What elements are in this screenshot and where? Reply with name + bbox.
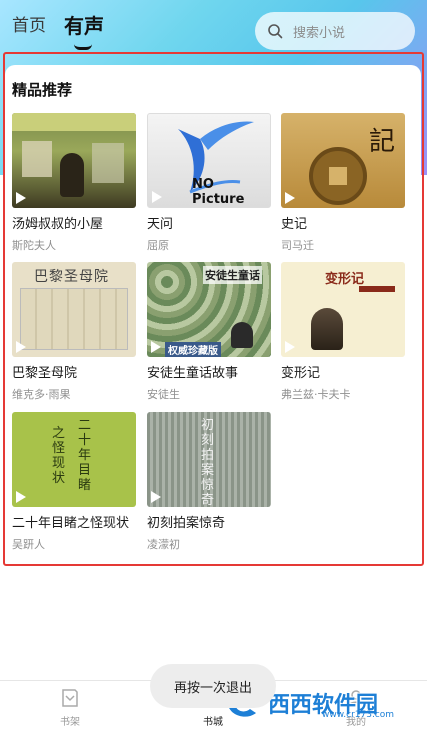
book-title: 初刻拍案惊奇 [147,516,226,531]
cover-title: 安徒生童话 [203,266,262,284]
book-title: 天问 [147,217,174,232]
book-author: 屈原 [147,239,169,252]
toast-text: 再按一次退出 [173,680,252,696]
book-title: 汤姆叔叔的小屋 [12,217,104,232]
book-author: 吴趼人 [12,538,45,551]
search-placeholder: 搜索小说 [293,25,346,41]
play-icon [16,192,26,204]
book-title: 变形记 [281,366,321,381]
cover-title: 变形记 [325,272,365,287]
play-icon [151,491,161,503]
book-item[interactable]: 二十年目睹 之怪现状 二十年目睹之怪现状 吴趼人 [12,412,138,552]
book-author: 司马迁 [281,239,314,252]
book-title: 二十年目睹之怪现状 [12,516,130,531]
cover-title-line2: 之怪现状 [52,426,66,486]
book-title: 安徒生童话故事 [147,366,239,381]
book-author: 弗兰兹·卡夫卡 [281,388,351,401]
watermark-url: www.cr173.com [322,710,395,720]
book-cover: NO Picture [147,113,271,208]
book-cover: 記 [281,113,405,208]
bookshelf-icon [62,689,78,707]
cover-title: 巴黎圣母院 [34,269,109,285]
book-item[interactable]: 安徒生童话 权威珍藏版 安徒生童话故事 安徒生 [147,262,273,402]
exit-toast: 再按一次退出 [150,664,276,708]
no-picture-text: NO Picture [192,177,245,207]
book-title: 巴黎圣母院 [12,366,78,381]
book-cover: 巴黎圣母院 [12,262,136,357]
app-screen: 首页 有声 搜索小说 精品推荐 汤姆叔叔的小屋 斯陀夫人 NO Picture … [0,0,427,733]
cover-title-line1: 二十年目睹 [78,418,92,493]
play-icon [152,191,162,203]
book-author: 安徒生 [147,388,180,401]
search-input[interactable]: 搜索小说 [255,12,415,50]
book-cover: 变形记 [281,262,405,357]
tab-audio-label: 有声 [64,14,104,38]
nav-bookshelf[interactable]: 书架 [20,681,120,733]
book-cover: 安徒生童话 权威珍藏版 [147,262,271,357]
book-cover: 初刻拍案惊奇 [147,412,271,507]
play-icon [285,192,295,204]
search-icon [268,24,283,39]
book-title: 史记 [281,217,308,232]
play-icon [16,491,26,503]
book-item[interactable]: 变形记 变形记 弗兰兹·卡夫卡 [281,262,407,402]
tab-home[interactable]: 首页 [12,12,46,40]
book-author: 维克多·雨果 [12,388,71,401]
section-title: 精品推荐 [12,81,73,99]
book-author: 斯陀夫人 [12,239,56,252]
book-item[interactable]: 初刻拍案惊奇 初刻拍案惊奇 凌濛初 [147,412,273,552]
cover-subtitle: 权威珍藏版 [165,342,221,357]
nav-bookshelf-label: 书架 [60,717,80,728]
play-icon [16,341,26,353]
top-tabs: 首页 有声 [12,12,104,50]
tab-audio[interactable]: 有声 [64,12,104,50]
book-item[interactable]: 記 史记 司马迁 [281,113,407,253]
play-icon [285,341,295,353]
book-cover: 二十年目睹 之怪现状 [12,412,136,507]
cover-title: 記 [369,127,396,157]
play-icon [151,341,161,353]
book-cover [12,113,136,208]
book-item[interactable]: 汤姆叔叔的小屋 斯陀夫人 [12,113,138,253]
book-author: 凌濛初 [147,538,180,551]
book-item[interactable]: NO Picture 天问 屈原 [147,113,273,253]
cover-title: 初刻拍案惊奇 [201,418,215,507]
book-item[interactable]: 巴黎圣母院 巴黎圣母院 维克多·雨果 [12,262,138,402]
